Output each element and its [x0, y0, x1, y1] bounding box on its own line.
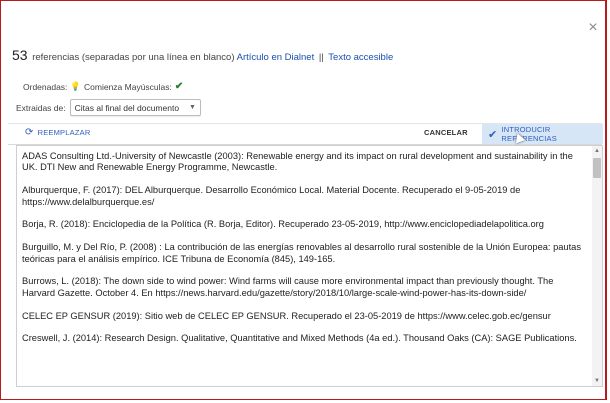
reference-item: Burguillo, M. y Del Río, P. (2008) : La …	[22, 242, 581, 264]
ordered-label: Ordenadas:	[23, 81, 68, 92]
reference-item: Borja, R. (2018): Enciclopedia de la Pol…	[22, 219, 544, 230]
dialnet-link[interactable]: Artículo en Dialnet	[237, 52, 315, 63]
reference-item: Alburquerque, F. (2017): DEL Alburquerqu…	[22, 185, 521, 207]
scroll-up-icon[interactable]: ▲	[594, 148, 600, 154]
introduce-references-button[interactable]: ✔ INTRODUCIR REFERENCIAS	[482, 124, 603, 144]
ordered-row: Ordenadas: 💡 Comienza Mayúsculas: ✔	[23, 81, 183, 92]
replace-label: REEMPLAZAR	[37, 128, 91, 137]
chevron-down-icon: ▼	[189, 104, 196, 111]
references-textarea[interactable]: ADAS Consulting Ltd.-University of Newca…	[16, 145, 603, 387]
reference-item: ADAS Consulting Ltd.-University of Newca…	[22, 151, 573, 173]
scrollbar-thumb[interactable]	[593, 158, 601, 178]
reference-count: 53	[12, 47, 28, 63]
check-icon: ✔	[174, 81, 184, 92]
references-list: ADAS Consulting Ltd.-University of Newca…	[22, 151, 587, 356]
bulb-icon: 💡	[70, 81, 82, 91]
caps-label: Comienza Mayúsculas:	[84, 81, 172, 92]
close-icon[interactable]: ×	[585, 20, 601, 36]
scroll-down-icon[interactable]: ▼	[594, 378, 600, 384]
scrollbar[interactable]: ▲ ▼	[592, 146, 602, 386]
reference-item: Burrows, L. (2018): The down side to win…	[22, 276, 554, 298]
reference-item: Creswell, J. (2014): Research Design. Qu…	[22, 333, 577, 344]
reference-item: CELEC EP GENSUR (2019): Sitio web de CEL…	[22, 310, 551, 321]
header-separator: ||	[318, 52, 324, 63]
replace-button[interactable]: ⟳ REEMPLAZAR	[25, 127, 90, 138]
search-replace-icon: ⟳	[25, 127, 34, 138]
extracted-select[interactable]: Citas al final del documento ▼	[69, 99, 201, 116]
cancel-button[interactable]: CANCELAR	[424, 128, 468, 137]
header-description: referencias (separadas por una línea en …	[32, 52, 235, 63]
references-header: 53 referencias (separadas por una línea …	[12, 47, 393, 63]
extracted-select-value: Citas al final del documento	[74, 102, 180, 113]
check-icon: ✔	[488, 128, 498, 141]
accessible-text-link[interactable]: Texto accesible	[328, 52, 393, 63]
extracted-label: Extraidas de:	[16, 102, 66, 113]
extracted-row: Extraidas de: Citas al final del documen…	[16, 99, 201, 116]
